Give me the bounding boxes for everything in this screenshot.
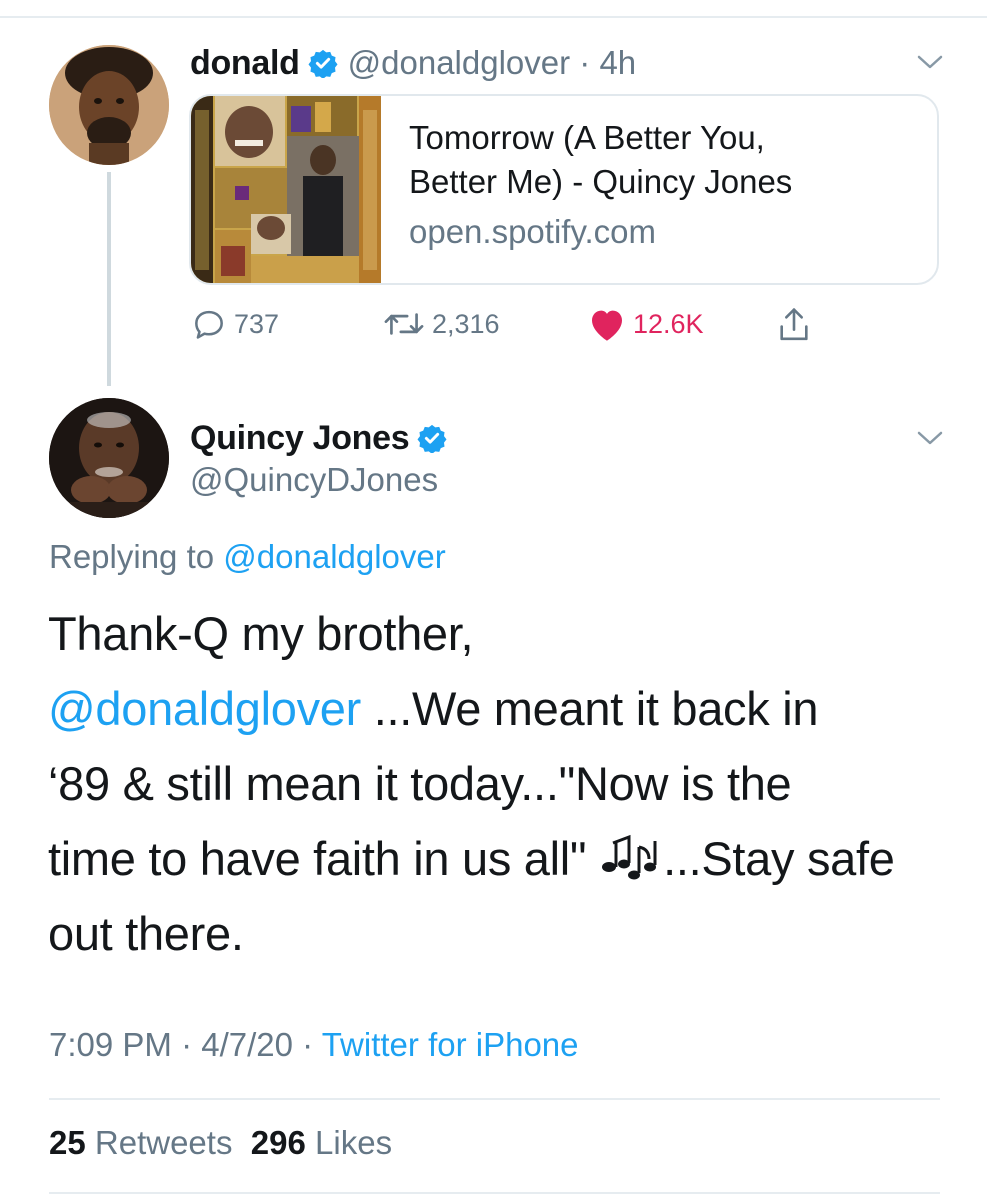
tweet-date: 4/7/20 (201, 1026, 293, 1063)
tweet-text-line: out there. (48, 907, 244, 960)
display-name[interactable]: Quincy Jones (190, 419, 410, 458)
chevron-down-icon[interactable] (917, 54, 943, 70)
portrait-icon (49, 398, 169, 518)
tweet-text-line: ‘89 & still mean it today..."Now is the (48, 757, 792, 810)
retweet-icon (384, 313, 424, 335)
replying-prefix: Replying to (49, 538, 215, 575)
link-card-title-line: Tomorrow (A Better You, (409, 119, 765, 156)
link-card-title: Tomorrow (A Better You, Better Me) - Qui… (409, 116, 909, 204)
tweet-text-line: @donaldglover ...We meant it back in (48, 671, 953, 746)
mention-link[interactable]: @donaldglover (48, 682, 361, 735)
reply-tweet-header: Quincy Jones (190, 416, 447, 460)
share-button[interactable] (775, 305, 813, 345)
musical-notes-icon (602, 834, 657, 880)
tweet-text-fragment: ...Stay safe (663, 832, 895, 885)
like-count: 12.6K (633, 308, 704, 339)
retweet-button[interactable]: 2,316 (382, 305, 500, 343)
replying-to: Replying to @donaldglover (49, 538, 446, 576)
link-card[interactable]: Tomorrow (A Better You, Better Me) - Qui… (189, 94, 939, 285)
divider (49, 1192, 940, 1194)
divider (49, 1098, 940, 1100)
likes-count: 296 (250, 1124, 306, 1161)
tweet-text-line: time to have faith in us all" ...Stay sa… (48, 821, 953, 896)
replying-mention-link[interactable]: @donaldglover (223, 538, 445, 575)
tweet-body: Thank-Q my brother, @donaldglover ...We … (48, 596, 953, 971)
like-button[interactable]: 12.6K (587, 305, 704, 343)
tweet-text-fragment: ...We meant it back in (360, 682, 819, 735)
thread-connector (107, 172, 111, 386)
tweet-stats: 25 Retweets 296 Likes (49, 1124, 392, 1162)
album-art-icon (191, 96, 381, 283)
tweet-text-fragment: time to have faith in us all" (48, 832, 600, 885)
reply-count: 737 (234, 308, 280, 339)
top-divider (0, 16, 987, 18)
tweet-actions: 737 2,316 12.6K (190, 305, 850, 347)
album-art-image (191, 96, 381, 283)
parent-tweet-header: donald @donaldglover · 4h (190, 42, 636, 84)
retweets-count: 25 (49, 1124, 86, 1161)
donald-avatar[interactable] (49, 45, 169, 165)
handle[interactable]: @QuincyDJones (190, 461, 438, 499)
chevron-down-icon[interactable] (917, 430, 943, 446)
tweet-metadata: 7:09 PM · 4/7/20 · Twitter for iPhone (49, 1026, 579, 1064)
handle-and-time[interactable]: @donaldglover · 4h (348, 44, 637, 82)
separator: · (292, 1026, 322, 1063)
verified-badge-icon (308, 49, 338, 78)
tweet-text-line: Thank-Q my brother, (48, 607, 474, 660)
quincy-avatar[interactable] (49, 398, 169, 518)
retweet-count: 2,316 (432, 308, 500, 339)
likes-stat[interactable]: 296 Likes (251, 1124, 392, 1161)
likes-label: Likes (315, 1124, 393, 1161)
separator: · (171, 1026, 202, 1063)
reply-button[interactable]: 737 (190, 305, 279, 343)
heart-icon (592, 310, 622, 341)
verified-badge-icon (417, 424, 447, 453)
link-card-title-line: Better Me) - Quincy Jones (409, 163, 793, 200)
link-card-text: Tomorrow (A Better You, Better Me) - Qui… (409, 116, 909, 254)
retweets-stat[interactable]: 25 Retweets (49, 1124, 232, 1161)
link-card-domain: open.spotify.com (409, 213, 657, 250)
tweet-time: 7:09 PM (49, 1026, 172, 1063)
portrait-icon (49, 45, 169, 165)
reply-icon (195, 310, 223, 339)
retweets-label: Retweets (94, 1124, 233, 1161)
tweet-source-link[interactable]: Twitter for iPhone (322, 1026, 579, 1063)
display-name[interactable]: donald (190, 44, 300, 83)
share-icon (780, 308, 808, 341)
